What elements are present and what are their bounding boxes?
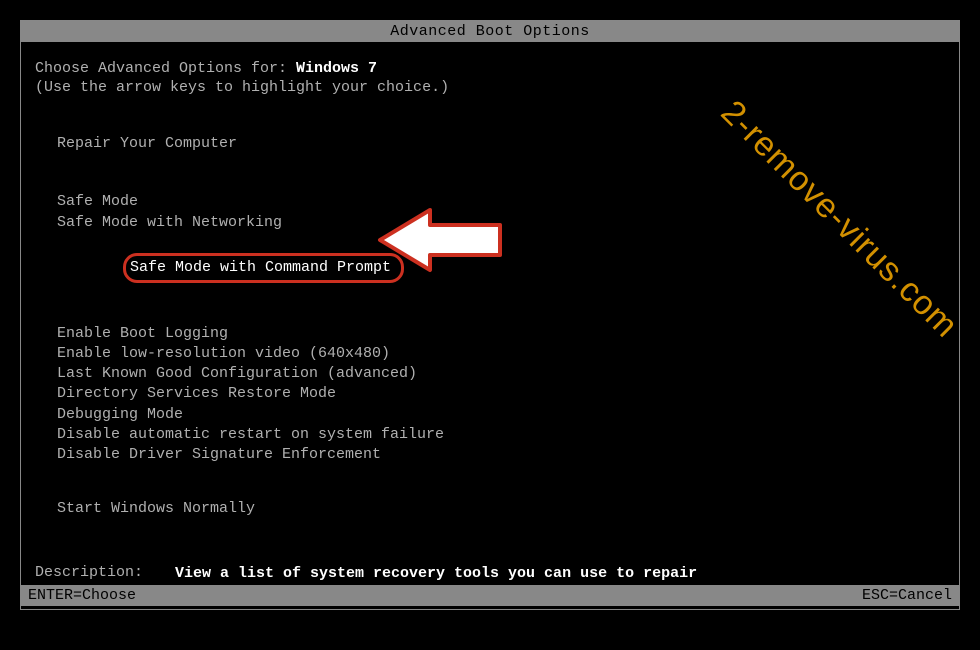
description-line1: View a list of system recovery tools you…	[175, 564, 697, 584]
repair-section: Repair Your Computer	[35, 134, 945, 154]
footer-bar: ENTER=Choose ESC=Cancel	[20, 585, 960, 606]
menu-safe-mode-cmd[interactable]: Safe Mode with Command Prompt	[123, 253, 404, 283]
menu-repair-computer[interactable]: Repair Your Computer	[57, 134, 945, 154]
menu-disable-auto-restart[interactable]: Disable automatic restart on system fail…	[57, 425, 945, 445]
advanced-options-group: Enable Boot Logging Enable low-resolutio…	[35, 324, 945, 466]
prompt-prefix: Choose Advanced Options for:	[35, 60, 296, 77]
hint-line: (Use the arrow keys to highlight your ch…	[35, 79, 945, 96]
menu-low-res-video[interactable]: Enable low-resolution video (640x480)	[57, 344, 945, 364]
prompt-line: Choose Advanced Options for: Windows 7	[35, 60, 945, 77]
menu-dsrm[interactable]: Directory Services Restore Mode	[57, 384, 945, 404]
safe-mode-group: Safe Mode Safe Mode with Networking Safe…	[35, 192, 945, 303]
menu-disable-driver-sig[interactable]: Disable Driver Signature Enforcement	[57, 445, 945, 465]
content-area: Choose Advanced Options for: Windows 7 (…	[21, 42, 959, 614]
boot-options-frame: Advanced Boot Options Choose Advanced Op…	[20, 20, 960, 610]
menu-boot-logging[interactable]: Enable Boot Logging	[57, 324, 945, 344]
footer-enter: ENTER=Choose	[28, 587, 136, 604]
os-name: Windows 7	[296, 60, 377, 77]
start-normal-group: Start Windows Normally	[35, 499, 945, 519]
menu-safe-mode[interactable]: Safe Mode	[57, 192, 945, 212]
footer-esc: ESC=Cancel	[862, 587, 952, 604]
menu-safe-mode-cmd-wrapper[interactable]: Safe Mode with Command Prompt	[57, 233, 945, 304]
menu-debugging[interactable]: Debugging Mode	[57, 405, 945, 425]
menu-start-normally[interactable]: Start Windows Normally	[57, 499, 945, 519]
title-bar: Advanced Boot Options	[21, 21, 959, 42]
title-text: Advanced Boot Options	[390, 23, 590, 40]
menu-safe-mode-networking[interactable]: Safe Mode with Networking	[57, 213, 945, 233]
menu-last-known-good[interactable]: Last Known Good Configuration (advanced)	[57, 364, 945, 384]
